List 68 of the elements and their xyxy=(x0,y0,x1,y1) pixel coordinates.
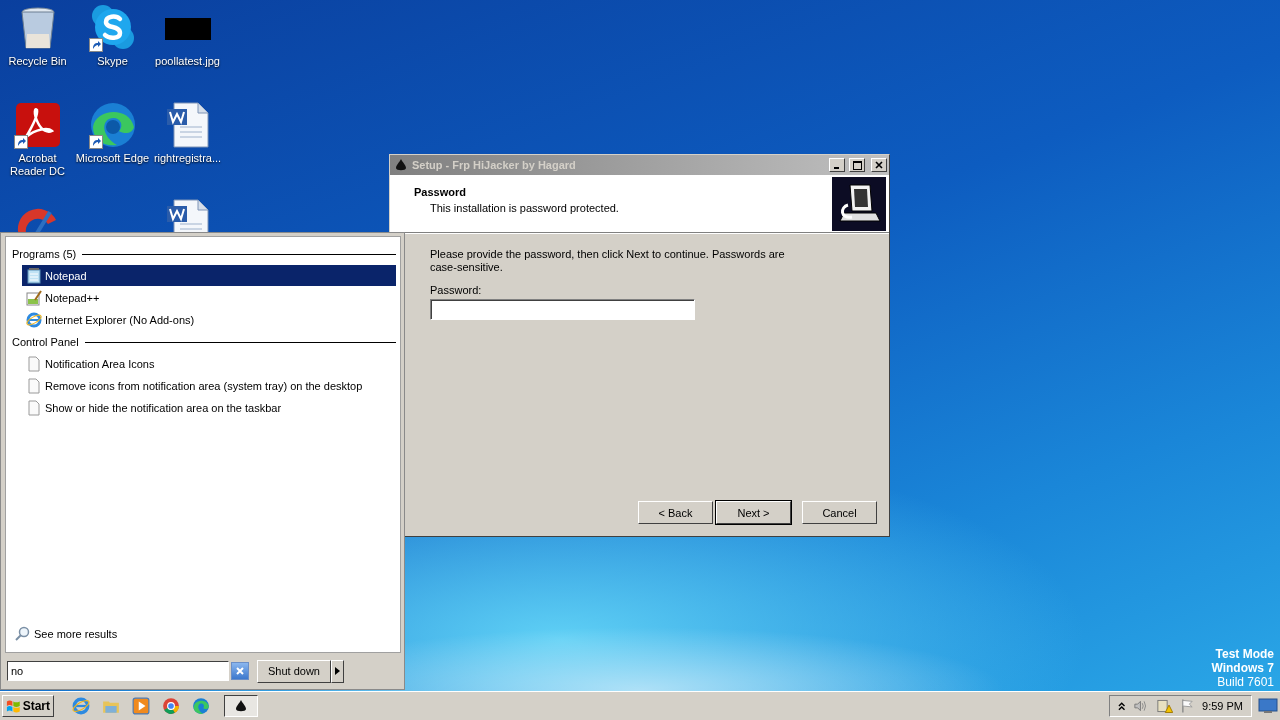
desktop-icon[interactable]: rightregistra... xyxy=(150,101,225,198)
internet-explorer-icon xyxy=(26,311,42,328)
taskbar-window-button[interactable] xyxy=(224,695,258,717)
clear-search-button[interactable] xyxy=(231,662,249,680)
page-icon xyxy=(26,399,42,416)
wizard-button[interactable]: Next > xyxy=(716,501,791,524)
close-button[interactable] xyxy=(871,158,887,172)
caret-icon xyxy=(335,667,340,675)
chrome-icon[interactable] xyxy=(162,697,180,715)
icon-label: Skype xyxy=(96,55,129,68)
desktop-icon[interactable]: Recycle Bin xyxy=(0,4,75,101)
result-item[interactable]: Remove icons from notification area (system tray) on the desktop xyxy=(22,375,396,396)
wizard-button[interactable]: < Back xyxy=(638,501,713,524)
search-icon xyxy=(14,626,30,642)
acrobat-icon xyxy=(13,101,62,149)
notepad-plus-icon xyxy=(26,289,42,306)
test-mode-text: Build 7601 xyxy=(1217,675,1274,689)
flag-icon[interactable] xyxy=(1181,698,1194,714)
windows-logo-icon xyxy=(6,698,21,714)
setup-app-icon xyxy=(234,699,248,713)
see-more-link[interactable]: See more results xyxy=(34,628,118,640)
page-heading: Password xyxy=(414,185,467,198)
password-field[interactable] xyxy=(430,299,695,320)
icon-label: poollatest.jpg xyxy=(154,55,221,68)
icon-label: rightregistra... xyxy=(152,152,223,165)
minimize-button[interactable] xyxy=(829,158,845,172)
show-desktop-icon[interactable] xyxy=(1258,698,1278,714)
result-item[interactable]: Notepad xyxy=(22,265,396,286)
edge-icon[interactable] xyxy=(192,697,210,715)
edge-icon xyxy=(88,101,137,149)
internet-explorer-icon[interactable] xyxy=(72,697,90,715)
network-warning-icon[interactable] xyxy=(1156,698,1173,714)
desktop-icon[interactable]: Microsoft Edge xyxy=(75,101,150,198)
group-heading: Control Panel xyxy=(12,336,79,348)
page-icon xyxy=(26,355,42,372)
close-icon xyxy=(875,161,883,169)
icon-label: Acrobat Reader DC xyxy=(9,152,66,178)
setup-app-icon xyxy=(394,158,408,172)
page-icon xyxy=(26,377,42,394)
start-button[interactable]: Start xyxy=(2,695,54,717)
group-heading: Programs (5) xyxy=(12,248,77,260)
clear-icon xyxy=(235,666,245,676)
shut-down-button[interactable]: Shut down xyxy=(257,659,331,683)
result-item[interactable]: Show or hide the notification area on the taskbar xyxy=(22,397,396,418)
icon-label: Recycle Bin xyxy=(7,55,68,68)
instructions-text: Please provide the password, then click Next to continue. Passwords are case-sensitive. xyxy=(430,248,786,274)
result-item[interactable]: Notification Area Icons xyxy=(22,353,396,374)
result-item[interactable]: Notepad++ xyxy=(22,287,396,308)
speaker-icon[interactable] xyxy=(1133,698,1149,714)
notepad-icon xyxy=(26,267,42,284)
shut-down-options-button[interactable] xyxy=(331,659,344,683)
search-field[interactable]: no xyxy=(7,661,229,681)
result-item[interactable]: Internet Explorer (No Add-ons) xyxy=(22,309,396,330)
clock: 9:59 PM xyxy=(1202,700,1243,712)
desktop-icon[interactable]: poollatest.jpg xyxy=(150,4,225,101)
maximize-button[interactable] xyxy=(849,158,865,172)
show-hidden-icons-icon[interactable] xyxy=(1118,701,1126,711)
wizard-button[interactable]: Cancel xyxy=(802,501,877,524)
page-subheading: This installation is password protected. xyxy=(429,201,619,214)
media-player-icon[interactable] xyxy=(132,697,150,715)
maximize-icon xyxy=(852,160,862,170)
field-label: Password: xyxy=(430,284,483,296)
test-mode-text: Test Mode xyxy=(1215,647,1274,661)
icon-label: Microsoft Edge xyxy=(75,152,150,165)
test-mode-text: Windows 7 xyxy=(1211,661,1274,675)
desktop-icon[interactable]: Skype xyxy=(75,4,150,101)
desktop-icon[interactable]: Acrobat Reader DC xyxy=(0,101,75,198)
window-title: Setup - Frp HiJacker by Hagard xyxy=(412,159,577,171)
